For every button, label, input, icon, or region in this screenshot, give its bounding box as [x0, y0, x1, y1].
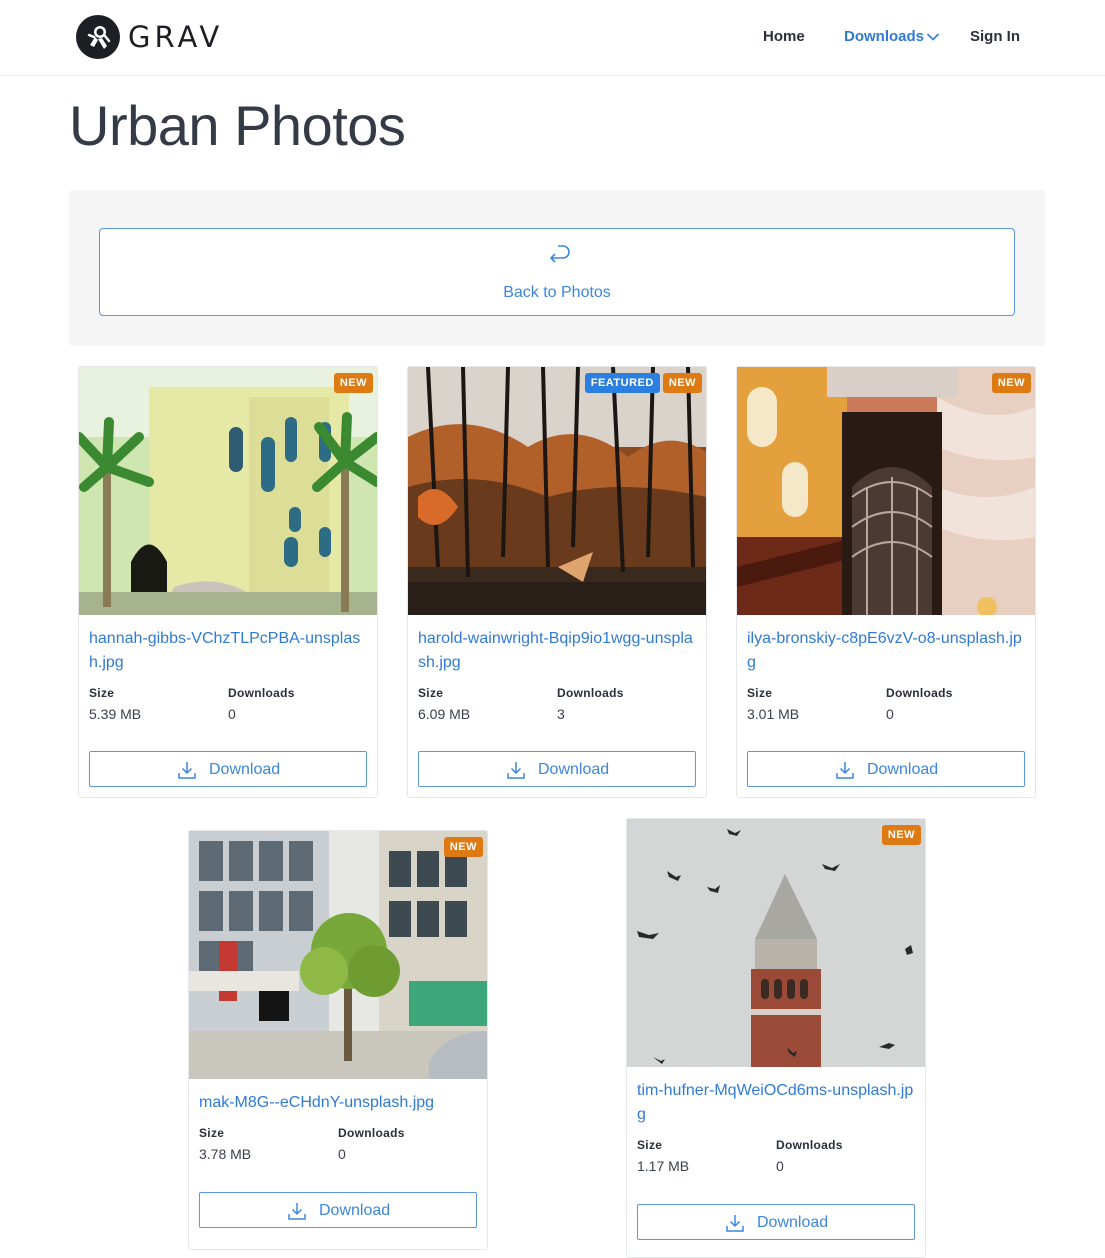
nav-home[interactable]: Home	[763, 28, 805, 45]
badge-group: NEW	[443, 837, 483, 857]
download-button[interactable]: Download	[89, 751, 367, 787]
size-label: Size	[199, 1126, 225, 1140]
size-value: 3.78 MB	[199, 1146, 252, 1162]
file-name-link[interactable]: hannah-gibbs-VChzTLPcPBA-unsplash.jpg	[89, 627, 369, 675]
file-name-link[interactable]: ilya-bronskiy-c8pE6vzV-o8-unsplash.jpg	[747, 627, 1027, 675]
photo-thumbnail[interactable]: FEATURED NEW	[408, 367, 706, 615]
new-badge: NEW	[443, 837, 483, 857]
size-label: Size	[89, 686, 115, 700]
downloads-value: 3	[557, 706, 565, 722]
new-badge: NEW	[991, 373, 1031, 393]
size-value: 5.39 MB	[89, 706, 142, 722]
back-to-photos-button[interactable]: Back to Photos	[99, 228, 1015, 316]
chevron-down-icon[interactable]	[926, 32, 940, 42]
size-value: 6.09 MB	[418, 706, 471, 722]
download-label: Download	[867, 761, 939, 778]
back-label: Back to Photos	[503, 284, 611, 301]
size-value: 1.17 MB	[637, 1158, 690, 1174]
file-name-link[interactable]: mak-M8G--eCHdnY-unsplash.jpg	[199, 1091, 479, 1115]
photo-card: NEW ilya-bronskiy-c8pE6vzV-o8-unsplash.j…	[736, 366, 1036, 798]
photo-card: NEW tim-hufner-MqWeiOCd6ms-unsplash.jpg …	[626, 818, 926, 1258]
download-icon	[836, 762, 854, 779]
downloads-label: Downloads	[228, 686, 295, 700]
download-label: Download	[209, 761, 281, 778]
download-button[interactable]: Download	[747, 751, 1025, 787]
new-badge: NEW	[333, 373, 373, 393]
badge-group: FEATURED NEW	[584, 373, 702, 393]
download-icon	[507, 762, 525, 779]
downloads-label: Downloads	[886, 686, 953, 700]
downloads-value: 0	[228, 706, 236, 722]
photo-card: NEW mak-M8G--eCHdnY-unsplash.jpg Size Do…	[188, 830, 488, 1250]
downloads-value: 0	[886, 706, 894, 722]
photo-card: NEW hannah-gibbs-VChzTLPcPBA-unsplash.jp…	[78, 366, 378, 798]
download-button[interactable]: Download	[199, 1192, 477, 1228]
download-button[interactable]: Download	[418, 751, 696, 787]
download-button[interactable]: Download	[637, 1204, 915, 1240]
downloads-label: Downloads	[557, 686, 624, 700]
downloads-value: 0	[338, 1146, 346, 1162]
download-icon	[288, 1203, 306, 1220]
back-panel: Back to Photos	[69, 190, 1045, 346]
new-badge: NEW	[662, 373, 702, 393]
downloads-label: Downloads	[776, 1138, 843, 1152]
site-header: GRAV Home Downloads Sign In	[0, 0, 1105, 76]
badge-group: NEW	[881, 825, 921, 845]
badge-group: NEW	[333, 373, 373, 393]
size-value: 3.01 MB	[747, 706, 800, 722]
file-name-link[interactable]: harold-wainwright-Bqip9io1wgg-unsplash.j…	[418, 627, 698, 675]
featured-badge: FEATURED	[584, 373, 660, 393]
download-icon	[178, 762, 196, 779]
download-label: Download	[538, 761, 610, 778]
downloads-label: Downloads	[338, 1126, 405, 1140]
photo-thumbnail[interactable]: NEW	[189, 831, 487, 1079]
size-label: Size	[418, 686, 444, 700]
photo-thumbnail[interactable]: NEW	[79, 367, 377, 615]
main-nav: Home Downloads Sign In	[0, 28, 1105, 50]
size-label: Size	[747, 686, 773, 700]
return-arrow-icon	[549, 245, 570, 263]
new-badge: NEW	[881, 825, 921, 845]
photo-thumbnail[interactable]: NEW	[627, 819, 925, 1067]
badge-group: NEW	[991, 373, 1031, 393]
photo-thumbnail[interactable]: NEW	[737, 367, 1035, 615]
download-label: Download	[319, 1202, 391, 1219]
page-title: Urban Photos	[69, 94, 406, 157]
size-label: Size	[637, 1138, 663, 1152]
photo-card: FEATURED NEW harold-wainwright-Bqip9io1w…	[407, 366, 707, 798]
downloads-value: 0	[776, 1158, 784, 1174]
nav-sign-in[interactable]: Sign In	[970, 28, 1020, 45]
nav-downloads[interactable]: Downloads	[844, 28, 924, 45]
file-name-link[interactable]: tim-hufner-MqWeiOCd6ms-unsplash.jpg	[637, 1079, 917, 1127]
